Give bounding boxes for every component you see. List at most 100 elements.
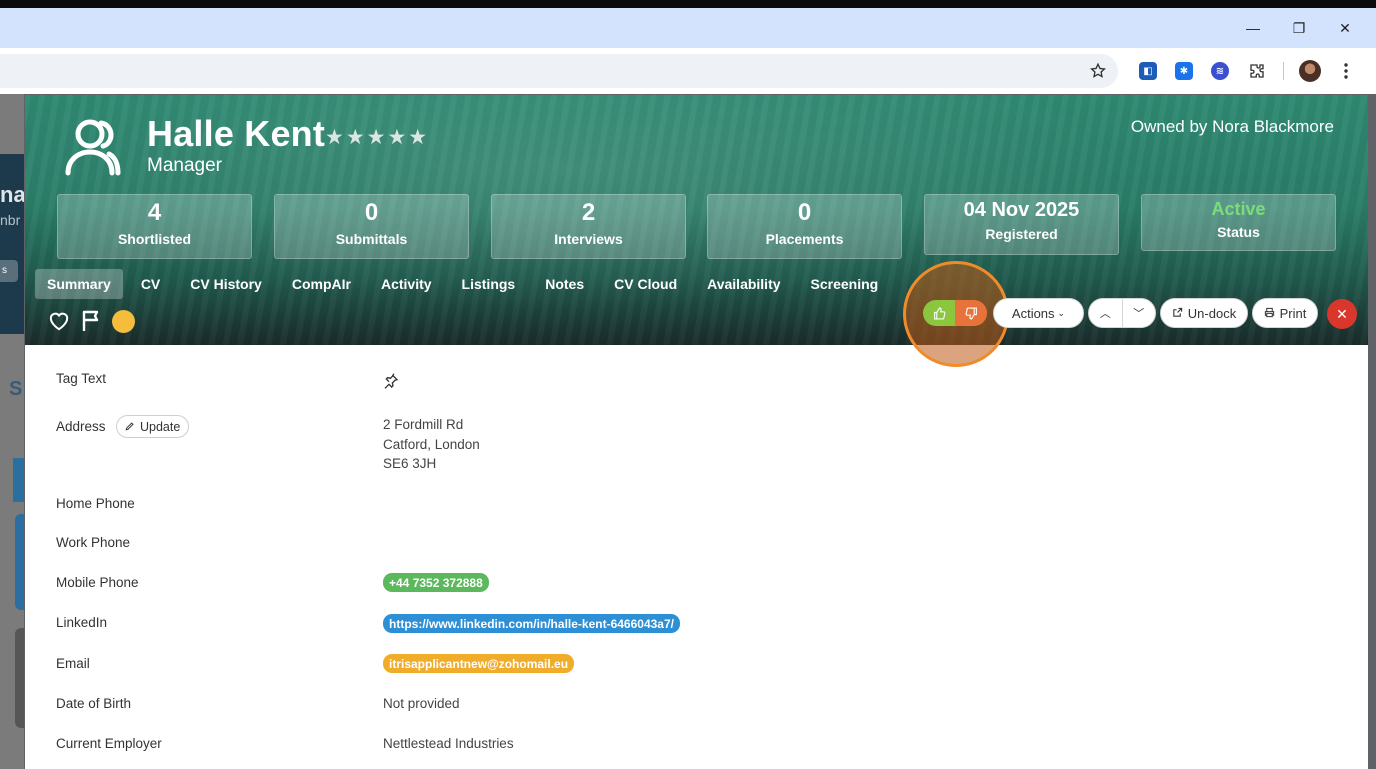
undock-label: Un-dock	[1187, 305, 1237, 321]
candidate-job-title: Manager	[147, 155, 222, 176]
stat-label: Submittals	[335, 231, 408, 247]
bookmark-star-icon[interactable]	[1086, 59, 1110, 83]
address-line-3: SE6 3JH	[383, 456, 437, 471]
stat-value: 2	[581, 199, 596, 226]
stat-label: Shortlisted	[117, 231, 192, 247]
work-phone-label: Work Phone	[56, 535, 131, 550]
background-subtext: nbr	[0, 212, 21, 228]
dob-label: Date of Birth	[56, 696, 132, 711]
stat-label: Status	[1217, 224, 1260, 240]
background-page: na nbr s S	[0, 94, 24, 769]
record-navigation: ︿ ﹀	[1088, 298, 1156, 328]
stat-label: Placements	[765, 231, 844, 247]
status-dot[interactable]	[111, 309, 135, 333]
screen-top-strip	[0, 0, 1376, 8]
background-pill: s	[0, 260, 18, 282]
tab-summary[interactable]: Summary	[35, 269, 123, 299]
actions-button[interactable]: Actions ⌄	[993, 298, 1084, 328]
print-button[interactable]: Print	[1252, 298, 1318, 328]
candidate-name: Halle Kent	[147, 113, 326, 154]
stat-status: Active Status	[1141, 194, 1336, 251]
profile-avatar[interactable]	[1298, 59, 1322, 83]
stat-interviews[interactable]: 2 Interviews	[491, 194, 686, 259]
heart-icon[interactable]	[47, 309, 71, 333]
quick-actions	[47, 309, 143, 333]
tab-cv[interactable]: CV	[129, 269, 172, 299]
update-label: Update	[140, 419, 181, 434]
minimize-button[interactable]: —	[1230, 8, 1276, 48]
background-card-gray	[15, 628, 24, 728]
thumbs-down-icon[interactable]	[955, 300, 987, 326]
tab-listings[interactable]: Listings	[450, 269, 528, 299]
mobile-phone-label: Mobile Phone	[56, 575, 139, 590]
stat-submittals[interactable]: 0 Submittals	[274, 194, 469, 259]
stat-registered: 04 Nov 2025 Registered	[924, 194, 1119, 255]
restore-button[interactable]: ❐	[1276, 8, 1322, 48]
extension-flag-icon[interactable]: ≋	[1208, 59, 1232, 83]
rating-stars[interactable]: ★★★★★	[325, 125, 429, 150]
linkedin-label: LinkedIn	[56, 615, 108, 630]
browser-title-bar	[0, 8, 1376, 48]
close-modal-button[interactable]: ✕	[1327, 299, 1357, 329]
tab-cv-history[interactable]: CV History	[178, 269, 274, 299]
status-value: Active	[1211, 199, 1266, 219]
tab-screening[interactable]: Screening	[799, 269, 891, 299]
thumbs-up-icon[interactable]	[923, 300, 955, 326]
pin-icon[interactable]	[383, 373, 399, 394]
candidate-modal: Halle Kent ★★★★★ Manager Owned by Nora B…	[25, 95, 1368, 769]
dob-value: Not provided	[383, 696, 460, 711]
chevron-up-icon[interactable]: ︿	[1089, 299, 1122, 327]
background-banner	[0, 154, 24, 334]
tab-availability[interactable]: Availability	[695, 269, 792, 299]
tab-notes[interactable]: Notes	[533, 269, 596, 299]
external-link-icon	[1172, 306, 1183, 321]
candidate-tabs: Summary CV CV History CompAIr Activity L…	[35, 269, 896, 299]
browser-menu-icon[interactable]	[1334, 59, 1358, 83]
current-employer-value: Nettlestead Industries	[383, 736, 514, 751]
owner-label: Owned by Nora Blackmore	[1130, 117, 1334, 136]
tab-activity[interactable]: Activity	[369, 269, 444, 299]
background-text: na	[0, 182, 24, 207]
address-line-1: 2 Fordmill Rd	[383, 417, 464, 432]
stat-placements[interactable]: 0 Placements	[707, 194, 902, 259]
tab-compair[interactable]: CompAIr	[280, 269, 363, 299]
candidate-header: Halle Kent ★★★★★ Manager Owned by Nora B…	[25, 95, 1368, 367]
tab-cv-cloud[interactable]: CV Cloud	[602, 269, 689, 299]
print-label: Print	[1279, 305, 1307, 321]
current-employer-label: Current Employer	[56, 736, 162, 751]
actions-label: Actions	[1011, 305, 1055, 321]
address-line-2: Catford, London	[383, 436, 480, 452]
background-section-letter: S	[9, 378, 23, 400]
background-block	[13, 458, 24, 502]
extension-gear-icon[interactable]: ✱	[1172, 59, 1196, 83]
extension-bitwarden-icon[interactable]: ◧	[1136, 59, 1160, 83]
stat-shortlisted[interactable]: 4 Shortlisted	[57, 194, 252, 259]
users-icon	[61, 117, 123, 177]
feedback-buttons	[923, 300, 987, 326]
undock-button[interactable]: Un-dock	[1160, 298, 1248, 328]
email-label: Email	[56, 656, 90, 671]
email-link[interactable]: itrisapplicantnew@zohomail.eu	[383, 654, 575, 673]
pencil-icon	[125, 420, 135, 434]
stat-value: 0	[797, 199, 812, 226]
stat-value: 0	[364, 199, 379, 226]
toolbar-separator	[1283, 62, 1284, 80]
background-card	[15, 514, 24, 610]
extensions-puzzle-icon[interactable]	[1245, 59, 1269, 83]
chevron-down-icon: ⌄	[1057, 307, 1066, 318]
home-phone-label: Home Phone	[56, 496, 135, 511]
flag-icon[interactable]	[79, 309, 103, 333]
printer-icon	[1264, 306, 1275, 321]
stat-label: Registered	[985, 226, 1058, 242]
stat-value: 4	[147, 199, 162, 226]
address-bar[interactable]	[0, 54, 1118, 88]
chevron-down-icon[interactable]: ﹀	[1121, 299, 1156, 327]
stat-value: 04 Nov 2025	[963, 199, 1080, 221]
close-window-button[interactable]: ✕	[1322, 8, 1368, 48]
address-value: 2 Fordmill Rd Catford, London SE6 3JH	[383, 415, 480, 474]
update-address-button[interactable]: Update	[116, 415, 190, 438]
tag-text-label: Tag Text	[56, 371, 107, 386]
mobile-phone-badge[interactable]: +44 7352 372888	[383, 573, 489, 592]
address-label: Address	[56, 419, 106, 434]
linkedin-link[interactable]: https://www.linkedin.com/in/halle-kent-6…	[383, 614, 680, 633]
